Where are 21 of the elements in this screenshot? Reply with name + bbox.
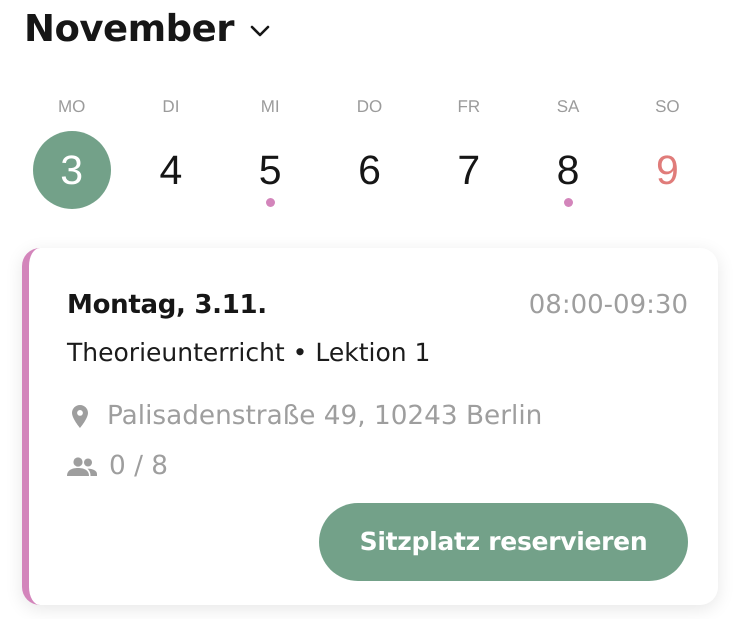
location-pin-icon — [72, 404, 88, 428]
event-address: Palisadenstraße 49, 10243 Berlin — [107, 400, 542, 433]
day-number[interactable]: 7 — [457, 149, 480, 191]
people-icon — [67, 456, 97, 476]
event-subtitle: Theorieunterricht • Lektion 1 — [67, 337, 432, 369]
weekday-label: DO — [356, 97, 382, 117]
weekday-label: DI — [162, 97, 180, 117]
event-time: 08:00-09:30 — [528, 289, 688, 321]
month-title[interactable]: November — [24, 6, 234, 52]
seat-count: 0 / 8 — [109, 450, 168, 483]
day-number[interactable]: 8 — [556, 149, 580, 191]
event-date: Montag, 3.11. — [67, 289, 267, 321]
weekday-label: MI — [260, 97, 280, 117]
day-number[interactable]: 6 — [358, 149, 381, 191]
weekday-label: MO — [58, 97, 86, 117]
chevron-down-icon[interactable] — [250, 25, 270, 37]
weekday-label: SA — [556, 97, 580, 117]
day-number[interactable]: 4 — [160, 149, 182, 191]
weekday-label: FR — [457, 97, 480, 117]
day-number[interactable]: 5 — [258, 149, 282, 191]
weekday-label: SO — [655, 97, 680, 117]
